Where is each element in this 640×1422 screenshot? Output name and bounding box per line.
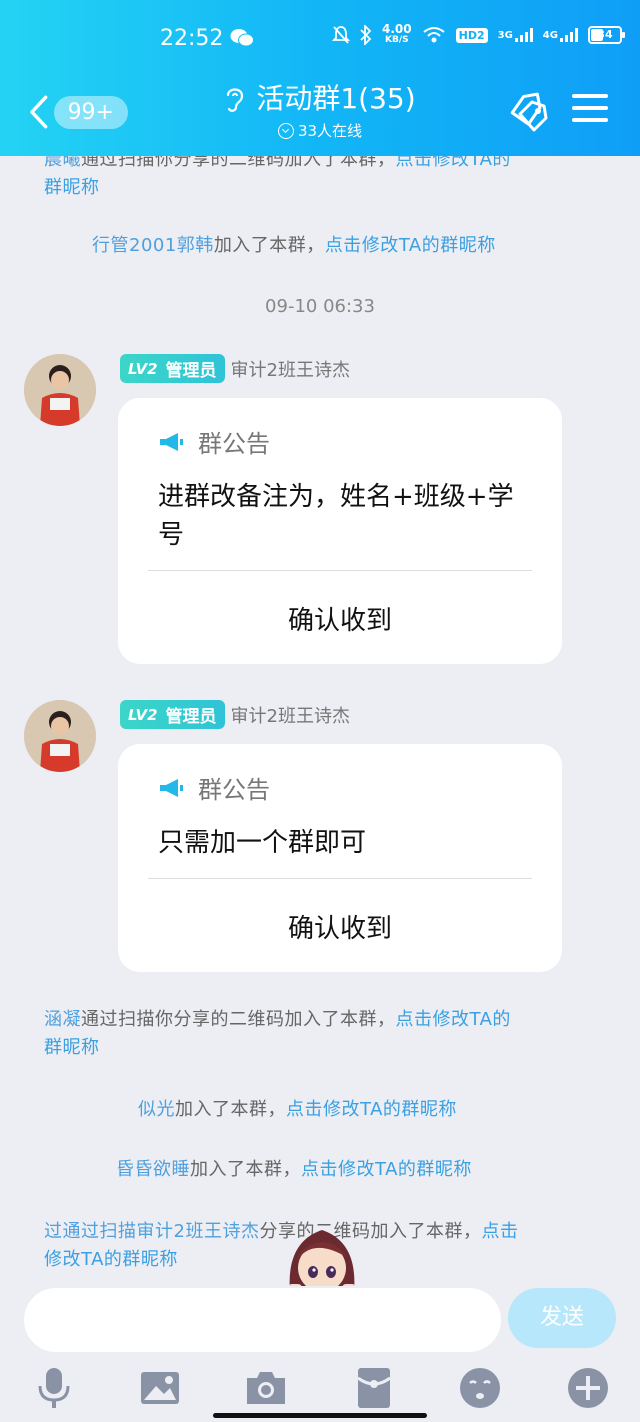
confirm-received-button[interactable]: 确认收到 xyxy=(118,908,562,945)
megaphone-icon xyxy=(160,778,183,797)
announcement-card[interactable]: 群公告 进群改备注为，姓名+班级+学号 确认收到 xyxy=(118,398,562,664)
mascot-sticker-icon[interactable] xyxy=(282,1222,362,1286)
divider xyxy=(148,570,532,571)
sender-name[interactable]: 审计2班王诗杰 xyxy=(231,702,350,728)
announcement-title: 群公告 xyxy=(198,430,270,458)
edit-nickname-link-cont[interactable]: 群昵称 xyxy=(44,1037,100,1058)
announcement-body: 只需加一个群即可 xyxy=(158,828,367,858)
plus-icon[interactable] xyxy=(566,1366,610,1410)
speed-value: 4.00 xyxy=(382,22,412,36)
home-indicator[interactable] xyxy=(213,1413,427,1418)
online-count: 33人在线 xyxy=(297,122,363,140)
input-bar: 发送 xyxy=(0,1286,640,1422)
edit-nickname-link-cont[interactable]: 修改TA的群昵称 xyxy=(44,1249,178,1270)
bluetooth-icon xyxy=(360,25,372,45)
confirm-received-button[interactable]: 确认收到 xyxy=(118,600,562,637)
system-message: 昏昏欲睡加入了本群，点击修改TA的群昵称 xyxy=(116,1156,472,1184)
hd-indicator: HD2 xyxy=(455,27,488,43)
emoji-icon[interactable] xyxy=(458,1366,502,1410)
system-message: 晨曦通过扫描你分享的二维码加入了本群，点击修改TA的 群昵称 xyxy=(44,156,604,202)
unread-badge: 99+ xyxy=(53,95,128,129)
system-text: 加入了本群， xyxy=(190,1159,301,1180)
announcement-body: 进群改备注为，姓名+班级+学号 xyxy=(158,482,514,550)
announcement-title: 群公告 xyxy=(198,776,270,804)
status-icons: 4.00 KB/S HD2 3G 4G 34 xyxy=(332,22,625,46)
divider xyxy=(148,878,532,879)
role-badge: LV2 管理员 xyxy=(120,354,225,383)
title-block[interactable]: 活动群1(35) 33人在线 xyxy=(180,80,460,143)
role-label: 管理员 xyxy=(165,707,217,727)
timestamp: 09-10 06:33 xyxy=(265,296,375,317)
image-icon[interactable] xyxy=(138,1366,182,1410)
microphone-icon[interactable] xyxy=(32,1366,76,1410)
page-title: 活动群1(35) xyxy=(256,82,416,115)
sender-line: LV2 管理员 审计2班王诗杰 xyxy=(120,700,350,729)
edit-nickname-link[interactable]: 点击修改TA的群昵称 xyxy=(325,235,496,256)
message-input[interactable] xyxy=(24,1288,501,1352)
signal-4g-icon: 4G xyxy=(543,28,578,42)
battery-level: 34 xyxy=(597,28,613,41)
announcement-heading: 群公告 xyxy=(158,424,270,459)
send-button[interactable]: 发送 xyxy=(508,1288,616,1348)
edit-nickname-link[interactable]: 点击修改TA的群昵称 xyxy=(286,1099,457,1120)
check-circle-icon xyxy=(277,122,294,139)
edit-nickname-link[interactable]: 点击修改TA的 xyxy=(396,156,511,170)
system-text: 通过扫描你分享的二维码加入了本群， xyxy=(81,1009,396,1030)
wifi-icon xyxy=(422,26,446,44)
member-name[interactable]: 涵凝 xyxy=(44,1009,81,1030)
status-bar: 22:52 4.00 KB/S HD2 3G 4G 34 xyxy=(0,16,640,64)
member-name[interactable]: 行管2001郭韩 xyxy=(92,235,214,256)
group-tag-icon[interactable] xyxy=(506,92,550,132)
announcement-card[interactable]: 群公告 只需加一个群即可 确认收到 xyxy=(118,744,562,972)
chat-area[interactable]: 晨曦通过扫描你分享的二维码加入了本群，点击修改TA的 群昵称 行管2001郭韩加… xyxy=(0,156,640,1286)
edit-nickname-link[interactable]: 点击修改TA的 xyxy=(396,1009,511,1030)
edit-nickname-link[interactable]: 点击 xyxy=(481,1221,518,1242)
mute-bell-icon xyxy=(332,25,350,45)
avatar[interactable] xyxy=(24,700,96,772)
system-message: 涵凝通过扫描你分享的二维码加入了本群，点击修改TA的 群昵称 xyxy=(44,1006,604,1062)
back-button[interactable]: 99+ xyxy=(28,92,128,132)
announcement-message: LV2 管理员 审计2班王诗杰 群公告 进群改备注为，姓名+班级+学号 确认收到 xyxy=(0,354,640,674)
signal-3g-icon: 3G xyxy=(498,28,533,42)
system-message: 行管2001郭韩加入了本群，点击修改TA的群昵称 xyxy=(92,232,496,260)
battery-icon: 34 xyxy=(587,26,625,44)
sender-name[interactable]: 审计2班王诗杰 xyxy=(231,356,350,382)
edit-nickname-link-cont[interactable]: 群昵称 xyxy=(44,177,100,198)
system-text: 加入了本群， xyxy=(175,1099,286,1120)
member-name[interactable]: 晨曦 xyxy=(44,156,81,170)
red-packet-icon[interactable] xyxy=(352,1366,396,1410)
system-text: 通过扫描你分享的二维码加入了本群， xyxy=(81,156,396,170)
status-time: 22:52 xyxy=(160,26,224,51)
online-status: 33人在线 xyxy=(277,120,363,141)
role-label: 管理员 xyxy=(165,361,217,381)
member-name[interactable]: 昏昏欲睡 xyxy=(116,1159,190,1180)
edit-nickname-link[interactable]: 点击修改TA的群昵称 xyxy=(301,1159,472,1180)
sharer-name[interactable]: 审计2班王诗杰 xyxy=(137,1221,260,1242)
member-name[interactable]: 似光 xyxy=(138,1099,175,1120)
role-badge: LV2 管理员 xyxy=(120,700,225,729)
nav-bar: 99+ 活动群1(35) 33人在线 xyxy=(0,80,640,144)
network-speed: 4.00 KB/S xyxy=(382,22,412,46)
system-text: 加入了本群， xyxy=(213,235,325,256)
camera-icon[interactable] xyxy=(244,1366,288,1410)
role-level: LV2 xyxy=(128,359,158,378)
announcement-heading: 群公告 xyxy=(158,770,270,805)
net-label-3g: 3G xyxy=(497,29,513,41)
member-name[interactable]: 过通过扫描 xyxy=(44,1221,137,1242)
toolbar xyxy=(0,1366,640,1410)
avatar[interactable] xyxy=(24,354,96,426)
megaphone-icon xyxy=(160,432,183,451)
sender-line: LV2 管理员 审计2班王诗杰 xyxy=(120,354,350,383)
role-level: LV2 xyxy=(128,705,158,724)
chevron-left-icon xyxy=(30,95,48,129)
announcement-message: LV2 管理员 审计2班王诗杰 群公告 只需加一个群即可 确认收到 xyxy=(0,700,640,980)
ear-icon xyxy=(227,88,244,112)
net-label-4g: 4G xyxy=(542,29,558,41)
speed-unit: KB/S xyxy=(385,35,409,45)
menu-icon[interactable] xyxy=(572,94,608,128)
chat-header: 22:52 4.00 KB/S HD2 3G 4G 34 99+ 活动群1(35… xyxy=(0,0,640,156)
wechat-icon xyxy=(230,29,254,47)
system-message: 似光加入了本群，点击修改TA的群昵称 xyxy=(138,1096,457,1124)
